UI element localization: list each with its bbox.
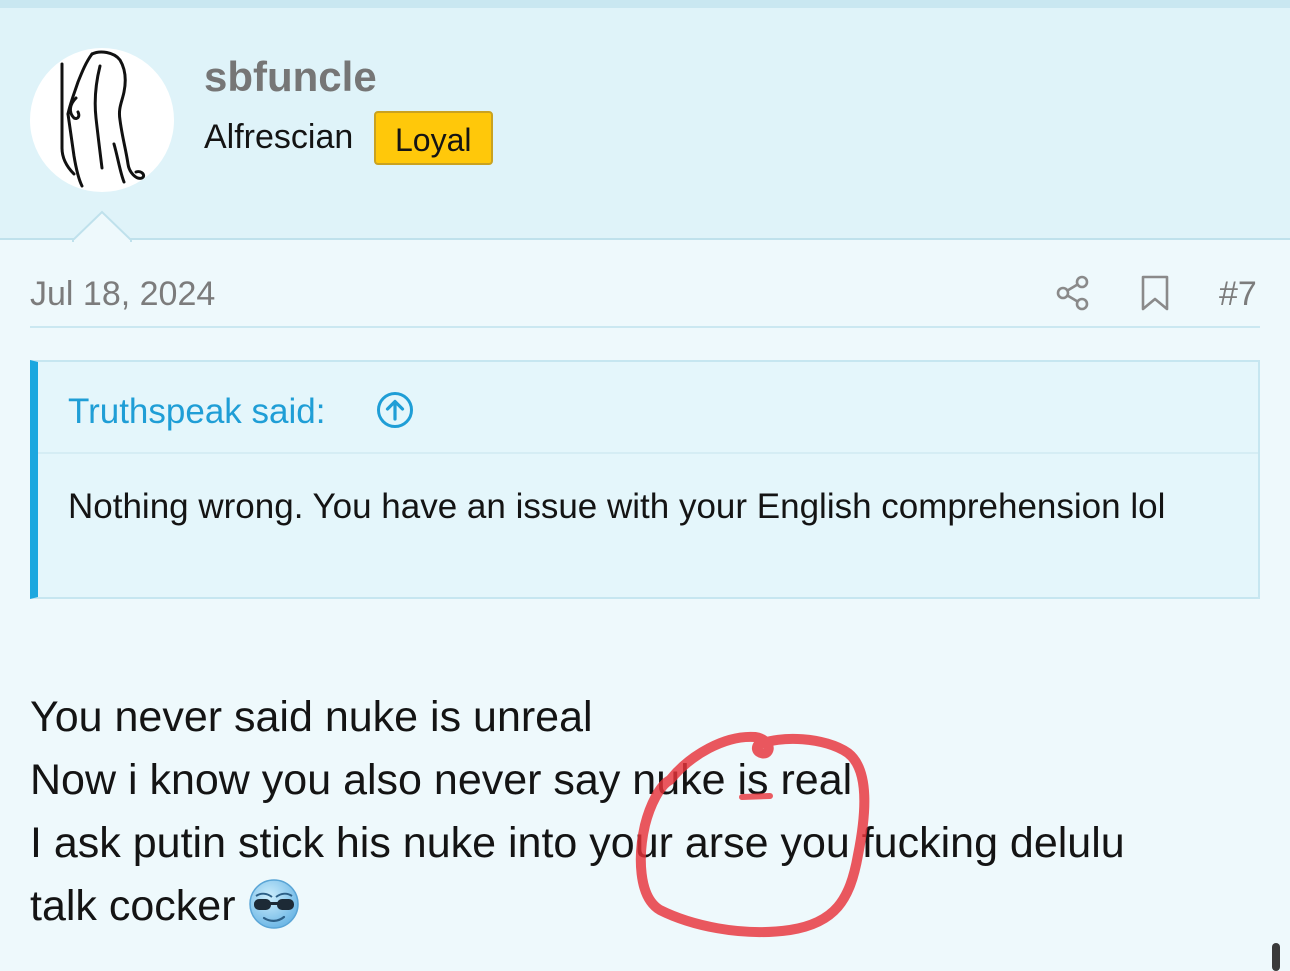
jump-to-quote-icon[interactable] [375,390,415,430]
share-icon[interactable] [1055,274,1091,312]
post-body: You never said nuke is unreal Now i know… [30,686,1270,938]
post-body-line-text: talk cocker [30,882,236,930]
username[interactable]: sbfuncle [204,53,377,101]
user-banner-badge: Loyal [374,111,493,165]
quote-block: Truthspeak said: Nothing wrong. You have… [30,360,1260,599]
scrollbar-thumb[interactable] [1272,943,1280,971]
quote-author-link[interactable]: Truthspeak said: [68,392,325,432]
post-number-link[interactable]: #7 [1219,275,1257,314]
cool-sunglasses-emoji-icon [248,879,299,929]
user-header: sbfuncle Alfrescian Loyal [0,8,1290,240]
post-header-divider [30,326,1260,328]
top-border [0,0,1290,8]
post-body-line-last: talk cocker [30,875,1270,938]
user-avatar[interactable] [30,48,174,192]
user-title: Alfrescian [204,118,354,156]
post-date[interactable]: Jul 18, 2024 [30,275,215,314]
post-body-line: Now i know you also never say nuke is re… [30,756,853,804]
header-pointer-arrow [72,210,132,242]
post-body-line: You never said nuke is unreal [30,693,593,741]
quote-text: Nothing wrong. You have an issue with yo… [68,487,1166,526]
quote-header: Truthspeak said: [38,362,1258,454]
post-body-line: I ask putin stick his nuke into your ars… [30,819,1125,867]
bookmark-icon[interactable] [1137,274,1173,312]
